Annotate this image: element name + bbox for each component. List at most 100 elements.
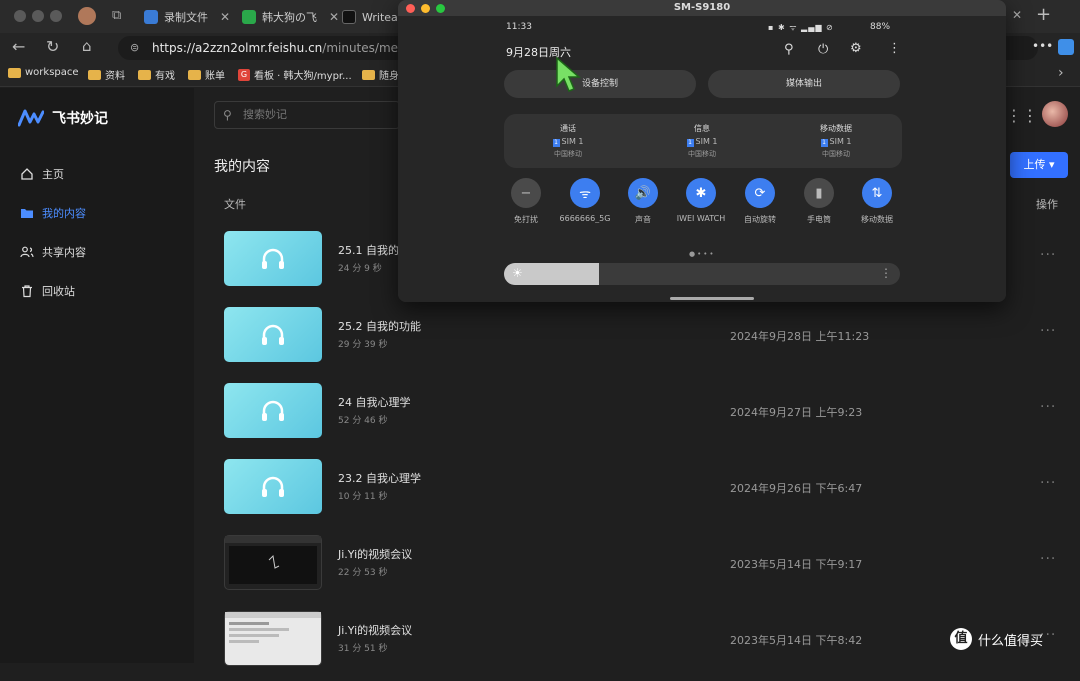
tile-label: 移动数据 [861, 215, 893, 224]
sim-call[interactable]: 通话 1 SIM 1 中国移动 [508, 122, 628, 161]
window-zoom-button[interactable] [436, 4, 445, 13]
audio-thumbnail[interactable] [224, 459, 322, 514]
headphones-icon [262, 400, 284, 421]
window-zoom-button[interactable] [50, 10, 62, 22]
sim-message[interactable]: 信息 1 SIM 1 中国移动 [642, 122, 762, 161]
close-icon[interactable]: ✕ [1012, 8, 1022, 22]
more-vertical-icon[interactable]: ⋮ [888, 41, 901, 56]
folder-icon [8, 67, 21, 78]
window-minimize-button[interactable] [32, 10, 44, 22]
quick-tile-data[interactable]: ⇅ 移动数据 [842, 178, 912, 225]
bookmark-youxi[interactable]: 有戏 [138, 67, 175, 82]
watermark-text: 什么值得买 [978, 633, 1044, 649]
media-output-button[interactable]: 媒体输出 [708, 70, 900, 98]
sim-icon: 1 [552, 139, 560, 147]
video-preview-icon [225, 612, 321, 643]
tab-recordings[interactable]: 录制文件 ✕ [144, 4, 230, 30]
item-duration: 22 分 53 秒 [338, 568, 388, 578]
new-tab-button[interactable]: + [1036, 4, 1051, 25]
home-icon[interactable]: ⌂ [82, 37, 92, 55]
list-item[interactable]: 25.2 自我的功能 29 分 39 秒 2024年9月28日 上午11:23 ··· [214, 307, 1074, 377]
item-title[interactable]: 24 自我心理学 [338, 394, 411, 410]
upload-button[interactable]: 上传 ▾ [1010, 152, 1068, 178]
chevron-right-icon[interactable]: › [1058, 65, 1064, 81]
app-logo[interactable]: 飞书妙记 [18, 108, 108, 128]
sidebar: 飞书妙记 主页 我的内容 共享内容 回收站 [0, 88, 194, 663]
tab-label: 录制文件 [164, 11, 208, 24]
video-thumbnail[interactable] [224, 611, 322, 666]
sidebar-item-my-content[interactable]: 我的内容 [20, 205, 86, 221]
sidebar-item-home[interactable]: 主页 [20, 166, 64, 182]
item-title[interactable]: 25.1 自我的 [338, 242, 399, 258]
bookmark-ziliao[interactable]: 资料 [88, 67, 125, 82]
sim-mobile-data[interactable]: 移动数据 1 SIM 1 中国移动 [776, 122, 896, 161]
bluetooth-icon: ✱ [686, 178, 716, 208]
bookmark-kanban[interactable]: G 看板 · 韩大狗/mypr... [238, 67, 352, 82]
search-icon: ⚲ [223, 108, 232, 122]
back-arrow-icon[interactable]: ← [12, 37, 25, 56]
bookmark-zhangdan[interactable]: 账单 [188, 67, 225, 82]
sidebar-item-label: 共享内容 [42, 246, 86, 259]
more-actions-icon[interactable]: ··· [1040, 323, 1056, 339]
home-indicator [670, 297, 754, 300]
item-duration: 24 分 9 秒 [338, 264, 382, 274]
more-actions-icon[interactable]: ··· [1040, 247, 1056, 263]
bookmark-workspace[interactable]: workspace [8, 67, 79, 78]
sim-carrier: 中国移动 [554, 150, 582, 158]
item-title[interactable]: 25.2 自我的功能 [338, 318, 421, 334]
sim-name: SIM 1 [561, 137, 584, 146]
site-info-icon[interactable]: ⊜ [130, 36, 139, 60]
video-thumbnail[interactable] [224, 535, 322, 590]
rotate-icon: ⟳ [745, 178, 775, 208]
audio-thumbnail[interactable] [224, 383, 322, 438]
wifi-icon: ᯤ [570, 178, 600, 208]
window-close-button[interactable] [14, 10, 26, 22]
item-title[interactable]: Ji.Yi的视频会议 [338, 546, 412, 562]
trash-icon [22, 285, 32, 298]
gear-icon[interactable]: ⚙ [850, 41, 862, 56]
item-title[interactable]: 23.2 自我心理学 [338, 470, 421, 486]
profile-avatar[interactable] [78, 7, 96, 25]
close-icon[interactable]: ✕ [220, 10, 230, 24]
more-actions-icon[interactable]: ··· [1040, 475, 1056, 491]
video-preview-icon [225, 536, 321, 584]
page-indicator: ●••• [689, 250, 716, 258]
audio-thumbnail[interactable] [224, 307, 322, 362]
search-icon[interactable]: ⚲ [784, 42, 794, 57]
list-item[interactable]: 23.2 自我心理学 10 分 11 秒 2024年9月26日 下午6:47 ··· [214, 459, 1074, 529]
tab-label: Writeat [362, 10, 403, 24]
device-control-button[interactable]: 设备控制 [504, 70, 696, 98]
url-path: /minutes/me [322, 41, 399, 55]
bookmark-suishen[interactable]: 随身 [362, 67, 399, 82]
bookmark-label: 看板 · 韩大狗/mypr... [254, 71, 352, 82]
sim-carrier: 中国移动 [688, 150, 716, 158]
item-title[interactable]: Ji.Yi的视频会议 [338, 622, 412, 638]
avatar[interactable] [1042, 101, 1068, 127]
close-icon[interactable]: ✕ [329, 10, 339, 24]
window-close-button[interactable] [406, 4, 415, 13]
more-actions-icon[interactable]: ··· [1040, 399, 1056, 415]
more-actions-icon[interactable]: ··· [1040, 551, 1056, 567]
power-icon[interactable]: ⏻ [818, 42, 828, 57]
sidebar-item-trash[interactable]: 回收站 [20, 283, 75, 299]
phone-mirror-window: SM-S9180 11:33 ▪ ✱ ᯤ ▂▄▆ ⊘ 88% 9月28日周六 ⚲… [398, 0, 1006, 302]
tab-feishu-doc[interactable]: 韩大狗の飞 ✕ [242, 4, 339, 30]
reload-icon[interactable]: ↻ [46, 37, 59, 56]
tab-writeat[interactable]: Writeat [342, 4, 402, 30]
list-item[interactable]: Ji.Yi的视频会议 31 分 51 秒 2023年5月14日 下午8:42 ··· [214, 611, 1074, 681]
audio-thumbnail[interactable] [224, 231, 322, 286]
more-vertical-icon[interactable]: ⋮ [880, 266, 892, 280]
feishu-minutes-logo-icon [18, 109, 44, 127]
search-input[interactable]: ⚲ 搜索妙记 [214, 101, 400, 129]
sidebar-item-shared[interactable]: 共享内容 [20, 244, 86, 260]
window-minimize-button[interactable] [421, 4, 430, 13]
sidebar-extension-icon[interactable] [1058, 39, 1074, 55]
extension-icon[interactable]: ••• [1032, 39, 1053, 53]
list-item[interactable]: 24 自我心理学 52 分 46 秒 2024年9月27日 上午9:23 ··· [214, 383, 1074, 453]
writeat-tab-icon [342, 10, 356, 24]
tab-overview-icon[interactable]: ⧉ [112, 8, 121, 23]
brightness-slider[interactable]: ☀ ⋮ [504, 263, 900, 285]
sidebar-item-label: 主页 [42, 168, 64, 181]
search-placeholder: 搜索妙记 [243, 108, 287, 121]
list-item[interactable]: Ji.Yi的视频会议 22 分 53 秒 2023年5月14日 下午9:17 ··· [214, 535, 1074, 605]
